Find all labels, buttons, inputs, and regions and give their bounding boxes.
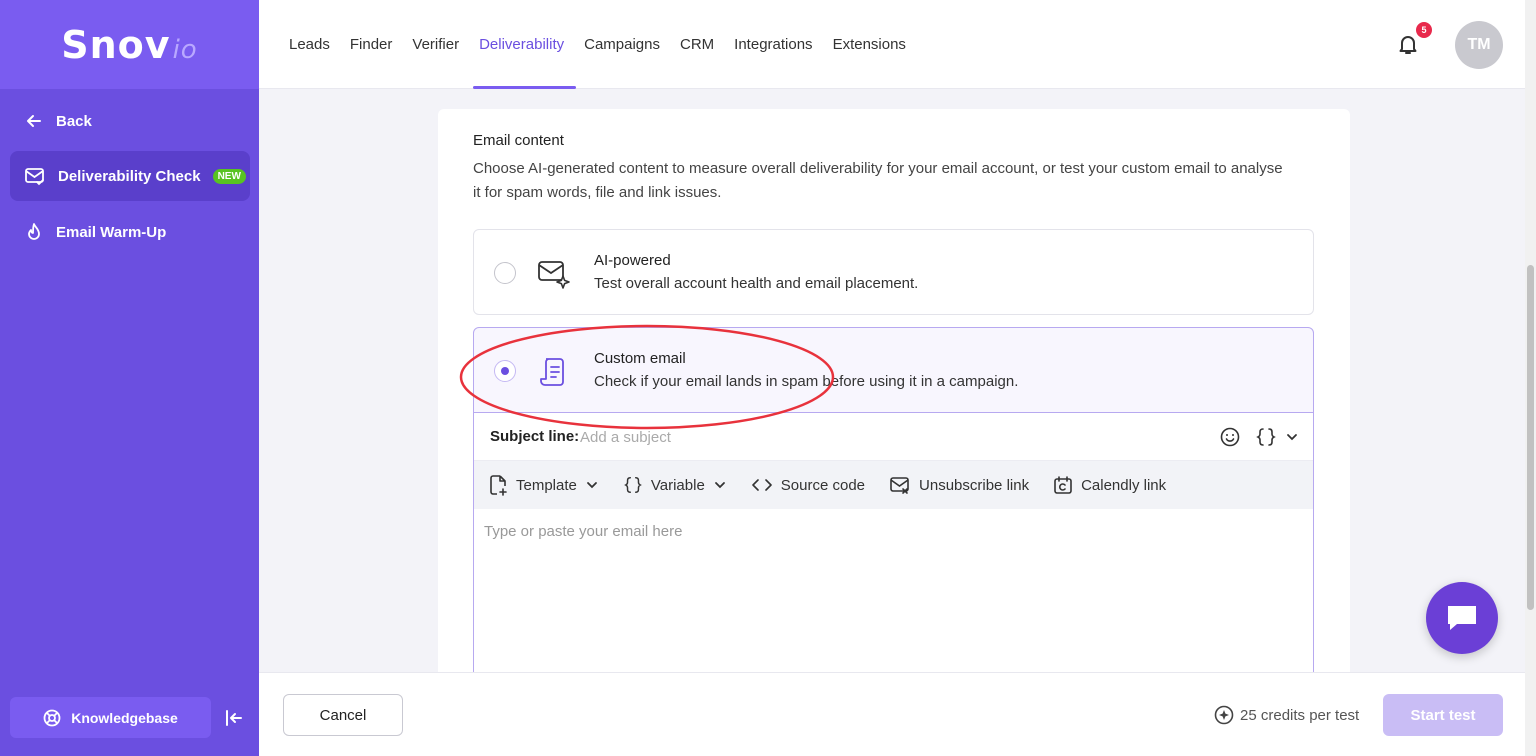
subject-label: Subject line: bbox=[490, 428, 580, 445]
nav-finder[interactable]: Finder bbox=[350, 0, 393, 89]
bell-icon[interactable] bbox=[1396, 32, 1420, 56]
template-dropdown[interactable]: Template bbox=[488, 474, 599, 496]
cancel-button[interactable]: Cancel bbox=[283, 694, 403, 736]
chevron-down-icon bbox=[714, 482, 725, 489]
calendar-icon bbox=[1054, 476, 1072, 494]
variable-dropdown[interactable]: Variable bbox=[623, 474, 727, 496]
footer-bar: Cancel 25 credits per test Start test bbox=[259, 672, 1525, 756]
mail-sparkle-icon bbox=[538, 261, 570, 289]
smiley-icon bbox=[1220, 427, 1240, 447]
chat-bubble-icon bbox=[1448, 606, 1476, 630]
notification-count-badge: 5 bbox=[1416, 22, 1432, 38]
nav-campaigns[interactable]: Campaigns bbox=[584, 0, 660, 89]
logo-area: Snovio bbox=[0, 0, 259, 89]
option-subtitle: Check if your email lands in spam before… bbox=[594, 373, 1019, 390]
section-title: Email content bbox=[473, 132, 564, 149]
variable-label: Variable bbox=[650, 476, 705, 494]
collapse-sidebar-button[interactable] bbox=[222, 706, 246, 730]
unsubscribe-label: Unsubscribe link bbox=[919, 476, 1030, 494]
sidebar: Snovio Back Deliverability Check NEW Ema… bbox=[0, 0, 259, 756]
brand-suffix: io bbox=[172, 34, 198, 65]
sidebar-item-label: Deliverability Check bbox=[58, 167, 201, 185]
plus-circle-icon bbox=[1214, 705, 1234, 725]
knowledgebase-label: Knowledgebase bbox=[71, 709, 178, 726]
email-body-input[interactable] bbox=[474, 509, 1313, 689]
file-plus-icon bbox=[490, 475, 507, 496]
nav-integrations[interactable]: Integrations bbox=[734, 0, 812, 89]
top-bar: Leads Finder Verifier Deliverability Cam… bbox=[259, 0, 1525, 89]
scroll-thumb[interactable] bbox=[1527, 265, 1534, 610]
brand-logo[interactable]: Snovio bbox=[61, 23, 197, 67]
option-custom-email[interactable]: Custom email Check if your email lands i… bbox=[473, 327, 1314, 413]
knowledgebase-button[interactable]: Knowledgebase bbox=[10, 697, 211, 738]
lifebuoy-icon bbox=[43, 709, 61, 726]
page-scrollbar[interactable] bbox=[1525, 0, 1536, 756]
start-test-button[interactable]: Start test bbox=[1383, 694, 1503, 736]
mail-check-icon bbox=[25, 168, 44, 186]
collapse-left-icon bbox=[226, 710, 242, 726]
brand-name: Snov bbox=[61, 22, 171, 67]
subject-input[interactable] bbox=[580, 425, 1180, 449]
source-code-label: Source code bbox=[780, 476, 866, 494]
nav-crm[interactable]: CRM bbox=[680, 0, 714, 89]
avatar[interactable]: TM bbox=[1455, 21, 1503, 69]
nav-verifier[interactable]: Verifier bbox=[412, 0, 459, 89]
email-content-card: Email content Choose AI-generated conten… bbox=[438, 109, 1350, 689]
source-code-button[interactable]: Source code bbox=[751, 475, 865, 495]
arrow-left-icon bbox=[27, 115, 41, 127]
calendly-label: Calendly link bbox=[1081, 476, 1167, 494]
nav-leads[interactable]: Leads bbox=[289, 0, 330, 89]
mail-x-icon bbox=[890, 477, 909, 494]
option-title: AI-powered bbox=[594, 252, 671, 269]
credits-info: 25 credits per test bbox=[1214, 705, 1359, 725]
credits-label: 25 credits per test bbox=[1240, 706, 1360, 724]
subject-tools bbox=[1205, 426, 1299, 448]
braces-icon bbox=[1256, 428, 1276, 446]
chevron-down-icon bbox=[1287, 434, 1297, 441]
emoji-button[interactable] bbox=[1219, 426, 1241, 448]
code-icon bbox=[751, 479, 772, 491]
sidebar-back-label: Back bbox=[56, 112, 92, 130]
section-description: Choose AI-generated content to measure o… bbox=[473, 160, 1283, 201]
calendly-link-button[interactable]: Calendly link bbox=[1053, 475, 1166, 495]
option-title: Custom email bbox=[594, 350, 686, 367]
email-editor: Subject line: Template Variable Source c… bbox=[473, 413, 1314, 689]
radio-ai-powered[interactable] bbox=[494, 262, 516, 284]
sidebar-item-label: Email Warm-Up bbox=[56, 223, 167, 241]
subject-variable-button[interactable] bbox=[1255, 426, 1299, 448]
top-nav: Leads Finder Verifier Deliverability Cam… bbox=[289, 0, 926, 89]
braces-icon bbox=[623, 477, 642, 493]
sidebar-back-button[interactable]: Back bbox=[10, 96, 250, 146]
sidebar-item-email-warm-up[interactable]: Email Warm-Up bbox=[10, 207, 250, 257]
chevron-down-icon bbox=[586, 482, 597, 489]
sidebar-item-deliverability-check[interactable]: Deliverability Check NEW bbox=[10, 151, 250, 201]
chat-button[interactable] bbox=[1426, 582, 1498, 654]
nav-extensions[interactable]: Extensions bbox=[833, 0, 906, 89]
editor-toolbar: Template Variable Source code Unsubscrib… bbox=[474, 461, 1313, 509]
flame-icon bbox=[28, 223, 40, 240]
nav-deliverability[interactable]: Deliverability bbox=[473, 0, 577, 89]
option-subtitle: Test overall account health and email pl… bbox=[594, 275, 919, 292]
option-ai-powered[interactable]: AI-powered Test overall account health a… bbox=[473, 229, 1314, 315]
template-label: Template bbox=[516, 476, 577, 494]
radio-custom-email[interactable] bbox=[494, 360, 516, 382]
new-badge: NEW bbox=[212, 168, 246, 184]
document-icon bbox=[540, 358, 564, 386]
subject-row: Subject line: bbox=[474, 413, 1313, 461]
unsubscribe-link-button[interactable]: Unsubscribe link bbox=[889, 475, 1029, 495]
